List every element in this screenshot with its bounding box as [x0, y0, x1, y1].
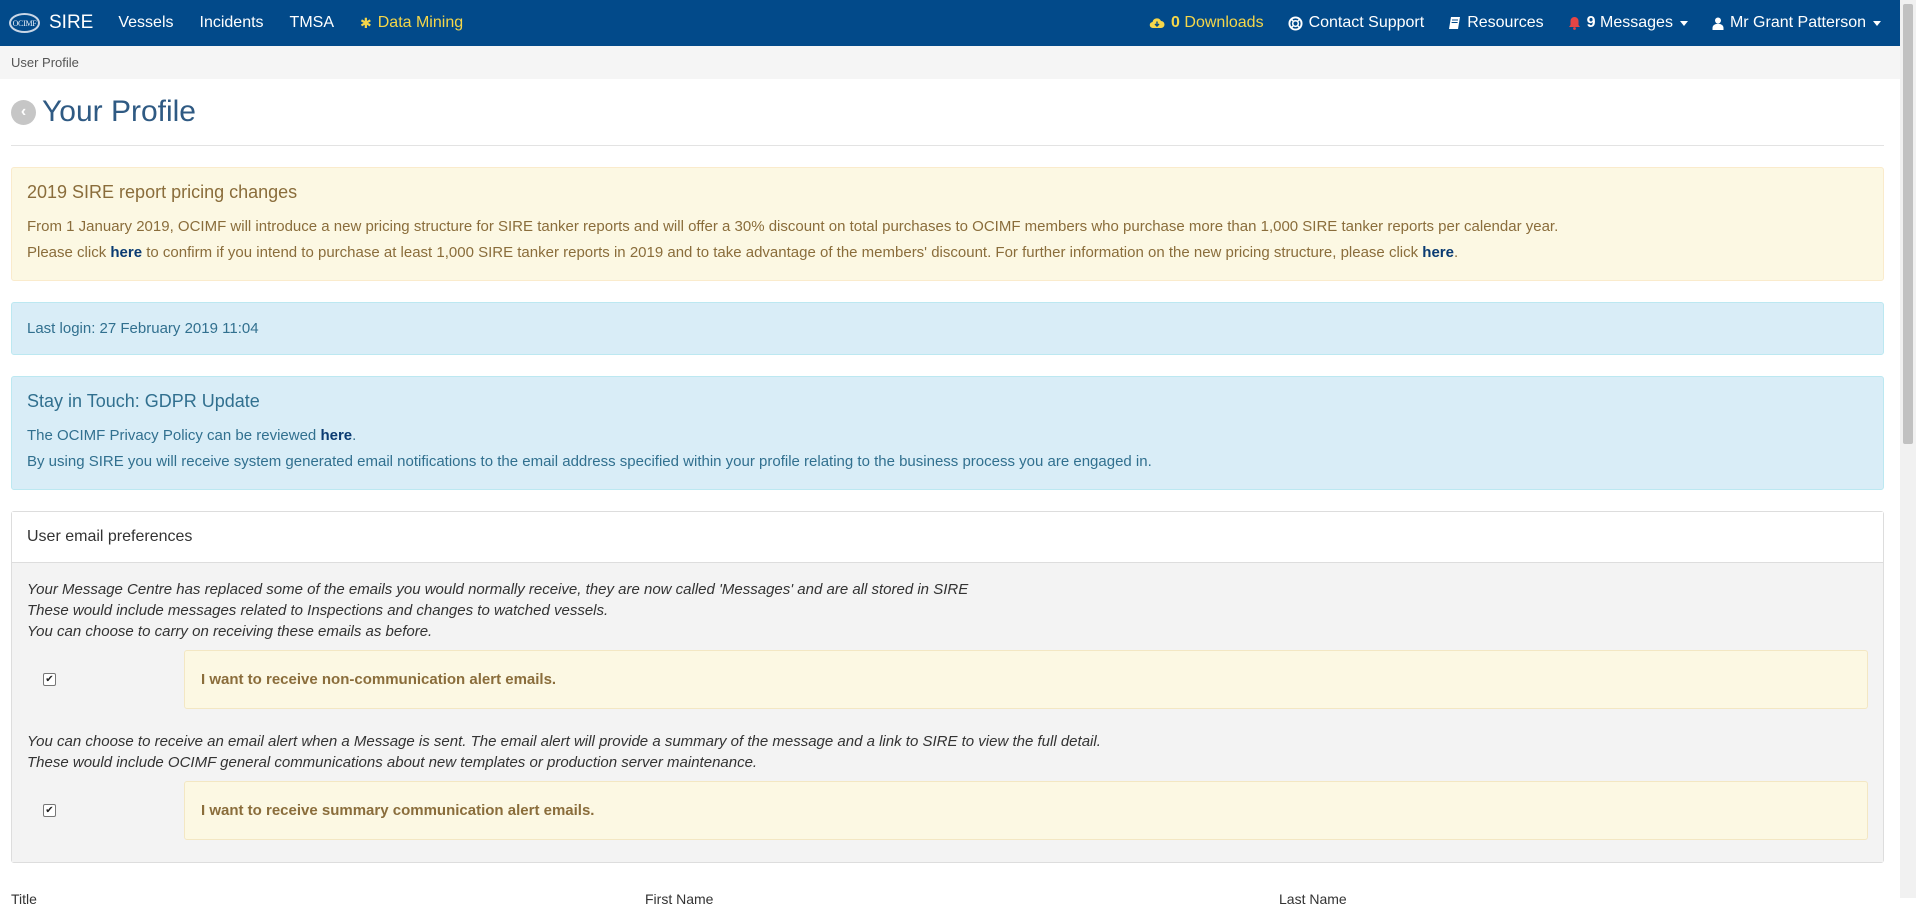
nav-item-vessels[interactable]: Vessels [105, 14, 186, 32]
chevron-down-icon [1873, 20, 1881, 26]
gdpr-alert-line1: The OCIMF Privacy Policy can be reviewed… [27, 423, 1868, 449]
bell-icon [1568, 17, 1580, 30]
email-prefs-summary-1: You can choose to receive an email alert… [27, 733, 1101, 750]
nav-item-user-menu[interactable]: Mr Grant Patterson [1700, 14, 1893, 32]
nav-item-contact-support[interactable]: Contact Support [1276, 14, 1437, 32]
data-mining-label: Data Mining [377, 14, 464, 31]
last-name-field-label: Last Name [1279, 891, 1347, 907]
page-header: ‹ Your Profile [11, 79, 1884, 146]
email-prefs-intro-2: These would include messages related to … [27, 602, 609, 619]
last-login-text: Last login: 27 February 2019 11:04 [27, 320, 259, 337]
pricing-info-link[interactable]: here [1422, 244, 1454, 261]
pricing-alert-line2-suffix: . [1453, 244, 1459, 261]
asterisk-icon: ✱ [360, 14, 372, 31]
summary-communication-alert-label: I want to receive summary communication … [184, 781, 1868, 840]
nav-item-resources[interactable]: Resources [1436, 14, 1555, 32]
nav-item-tmsa[interactable]: TMSA [277, 14, 347, 32]
email-prefs-intro-1: Your Message Centre has replaced some of… [27, 581, 969, 598]
pricing-alert: 2019 SIRE report pricing changes From 1 … [11, 167, 1884, 281]
pricing-alert-line2-prefix: Please click [27, 244, 111, 261]
pricing-alert-line2: Please click here to confirm if you inte… [27, 240, 1868, 266]
brand-name: SIRE [49, 12, 94, 33]
pricing-confirm-link[interactable]: here [110, 244, 142, 261]
user-name: Mr Grant Patterson [1729, 14, 1866, 31]
gdpr-alert-line1-suffix: . [352, 427, 357, 444]
gdpr-alert-line1-prefix: The OCIMF Privacy Policy can be reviewed [27, 427, 321, 444]
nav-item-messages[interactable]: 9 Messages [1556, 14, 1700, 32]
cloud-download-icon [1149, 18, 1165, 29]
gdpr-alert: Stay in Touch: GDPR Update The OCIMF Pri… [11, 376, 1884, 490]
nav-item-downloads[interactable]: 0 Downloads [1137, 14, 1276, 32]
book-icon [1449, 17, 1461, 29]
email-preferences-body: Your Message Centre has replaced some of… [12, 563, 1883, 862]
summary-communication-alert-checkbox[interactable]: ✔ [43, 804, 56, 817]
nav-item-data-mining[interactable]: ✱ Data Mining [347, 14, 476, 32]
page-title: Your Profile [42, 95, 196, 128]
vertical-scrollbar[interactable] [1900, 0, 1916, 898]
downloads-label: Downloads [1184, 14, 1264, 31]
email-prefs-summary-2: These would include OCIMF general commun… [27, 754, 758, 771]
non-communication-alert-label: I want to receive non-communication aler… [184, 650, 1868, 709]
user-icon [1712, 17, 1724, 30]
profile-form-labels: Title First Name Last Name [11, 891, 1884, 907]
last-login-alert: Last login: 27 February 2019 11:04 [11, 302, 1884, 355]
lifebuoy-icon [1288, 15, 1303, 31]
email-preferences-panel: User email preferences Your Message Cent… [11, 511, 1884, 863]
email-prefs-intro-3: You can choose to carry on receiving the… [27, 623, 433, 640]
messages-count: 9 [1586, 14, 1596, 31]
top-navbar: OCIMF SIRE Vessels Incidents TMSA ✱ Data… [0, 0, 1900, 46]
non-communication-alert-row: ✔ I want to receive non-communication al… [27, 650, 1868, 709]
title-field-label: Title [11, 891, 37, 907]
chevron-down-icon [1679, 20, 1688, 26]
pricing-alert-line2-middle: to confirm if you intend to purchase at … [142, 244, 1423, 261]
ocimf-logo: OCIMF [9, 13, 40, 33]
gdpr-alert-line2: By using SIRE you will receive system ge… [27, 453, 1152, 470]
email-preferences-heading: User email preferences [12, 512, 1883, 563]
scrollbar-thumb[interactable] [1903, 4, 1913, 444]
breadcrumb: User Profile [0, 46, 1900, 79]
nav-right: 0 Downloads Contact Support Resources 9 … [1137, 14, 1893, 32]
contact-support-label: Contact Support [1308, 14, 1425, 31]
first-name-field-label: First Name [645, 891, 714, 907]
non-communication-alert-checkbox-cell: ✔ [27, 673, 184, 686]
brand[interactable]: OCIMF SIRE [9, 12, 105, 34]
resources-label: Resources [1467, 14, 1544, 31]
privacy-policy-link[interactable]: here [320, 427, 352, 444]
breadcrumb-item-user-profile: User Profile [11, 55, 79, 70]
summary-communication-alert-checkbox-cell: ✔ [27, 804, 184, 817]
nav-left: Vessels Incidents TMSA ✱ Data Mining [105, 14, 476, 32]
non-communication-alert-checkbox[interactable]: ✔ [43, 673, 56, 686]
main-content: ‹ Your Profile 2019 SIRE report pricing … [11, 79, 1884, 863]
chevron-left-circle-icon[interactable]: ‹ [11, 99, 36, 125]
gdpr-alert-heading: Stay in Touch: GDPR Update [27, 391, 260, 411]
messages-label: Messages [1600, 14, 1673, 31]
downloads-count: 0 [1171, 14, 1180, 31]
summary-communication-alert-row: ✔ I want to receive summary communicatio… [27, 781, 1868, 840]
nav-item-incidents[interactable]: Incidents [187, 14, 277, 32]
pricing-alert-heading: 2019 SIRE report pricing changes [27, 182, 298, 202]
pricing-alert-line1: From 1 January 2019, OCIMF will introduc… [27, 218, 1559, 235]
